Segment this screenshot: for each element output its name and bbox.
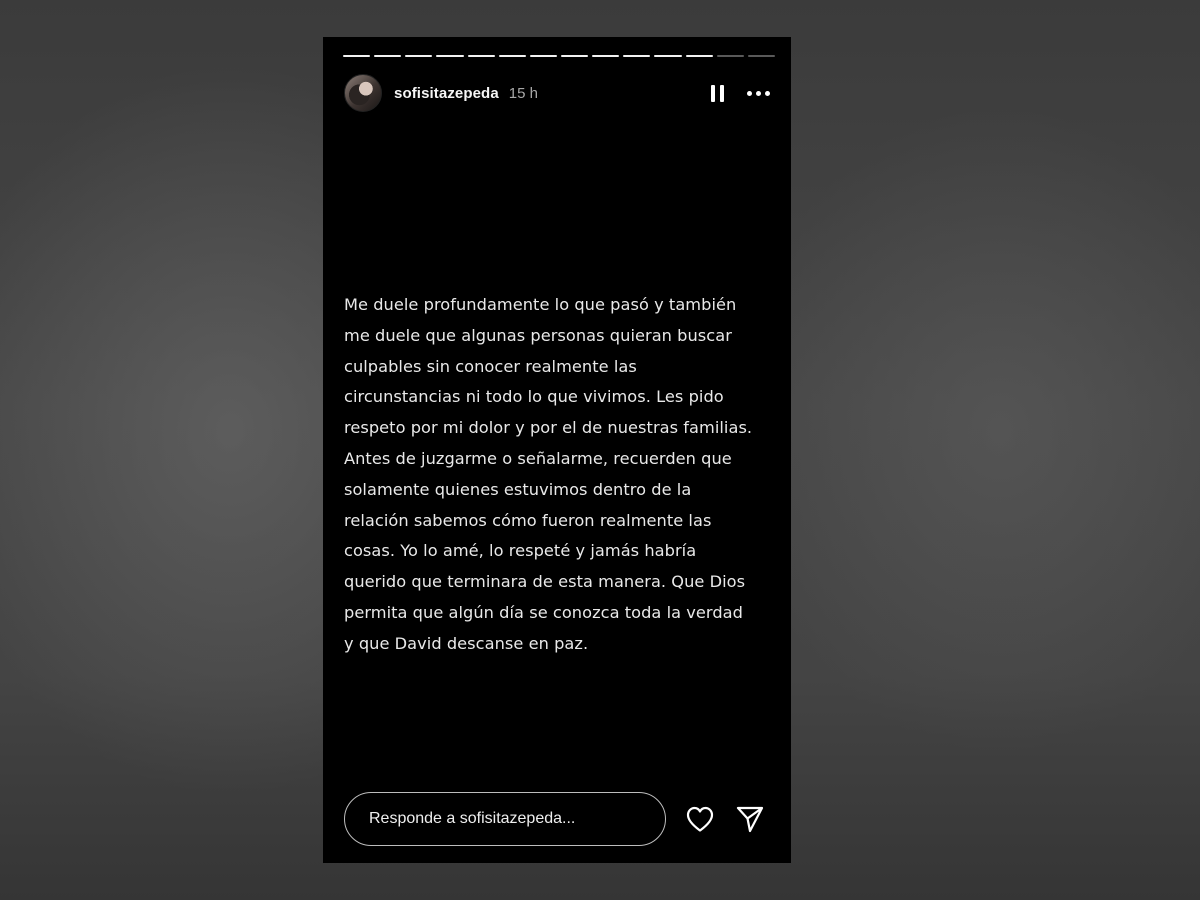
progress-segment <box>716 55 744 57</box>
progress-segment <box>405 55 433 57</box>
post-time: 15 h <box>508 84 538 102</box>
reply-input[interactable] <box>344 792 666 846</box>
story-text-line: culpables sin conocer realmente las <box>344 356 637 376</box>
story-text-line: relación sabemos cómo fueron realmente l… <box>344 510 712 530</box>
progress-segment <box>436 55 464 57</box>
story-header: sofisitazepeda 15 h <box>344 73 772 113</box>
story-viewer: sofisitazepeda 15 h Me duele profundamen… <box>323 37 791 863</box>
more-options-icon <box>764 90 770 96</box>
progress-segment <box>654 55 682 57</box>
username-link[interactable]: sofisitazepeda <box>394 85 499 102</box>
pause-button[interactable] <box>706 81 728 105</box>
story-text-line: me duele que algunas personas quieran bu… <box>344 325 732 345</box>
more-options-icon <box>746 90 752 96</box>
progress-segment <box>343 55 371 57</box>
story-text-line: permita que algún día se conozca toda la… <box>344 602 743 622</box>
more-options-button[interactable] <box>744 81 772 105</box>
pause-icon <box>719 84 724 102</box>
progress-segment <box>560 55 589 57</box>
progress-segment <box>374 55 402 57</box>
like-button[interactable] <box>684 803 716 835</box>
progress-segment <box>685 55 713 57</box>
story-text-line: querido que terminara de esta manera. Qu… <box>344 572 746 592</box>
progress-segment <box>467 55 495 57</box>
progress-segment <box>592 55 620 57</box>
story-text-line: y que David descanse en paz. <box>344 633 589 653</box>
story-text-line: Antes de juzgarme o señalarme, recuerden… <box>344 448 732 468</box>
story-text-line: Me duele profundamente lo que pasó y tam… <box>344 295 737 314</box>
story-text-line: respeto por mi dolor y por el de nuestra… <box>344 418 753 438</box>
more-options-icon <box>755 90 761 96</box>
story-progress-bar <box>343 55 775 57</box>
story-footer <box>344 791 772 847</box>
story-text-line: solamente quienes estuvimos dentro de la <box>344 479 692 499</box>
avatar[interactable] <box>344 74 382 112</box>
heart-icon <box>686 806 714 832</box>
progress-segment <box>747 55 775 57</box>
send-icon <box>736 806 764 833</box>
story-text: Me duele profundamente lo que pasó y tam… <box>344 290 791 660</box>
progress-segment <box>529 55 557 57</box>
share-button[interactable] <box>734 803 766 835</box>
pause-icon <box>710 84 715 102</box>
progress-segment <box>623 55 651 57</box>
progress-segment <box>498 55 526 57</box>
story-text-line: cosas. Yo lo amé, lo respeté y jamás hab… <box>344 541 697 561</box>
story-text-line: circunstancias ni todo lo que vivimos. L… <box>344 387 724 407</box>
